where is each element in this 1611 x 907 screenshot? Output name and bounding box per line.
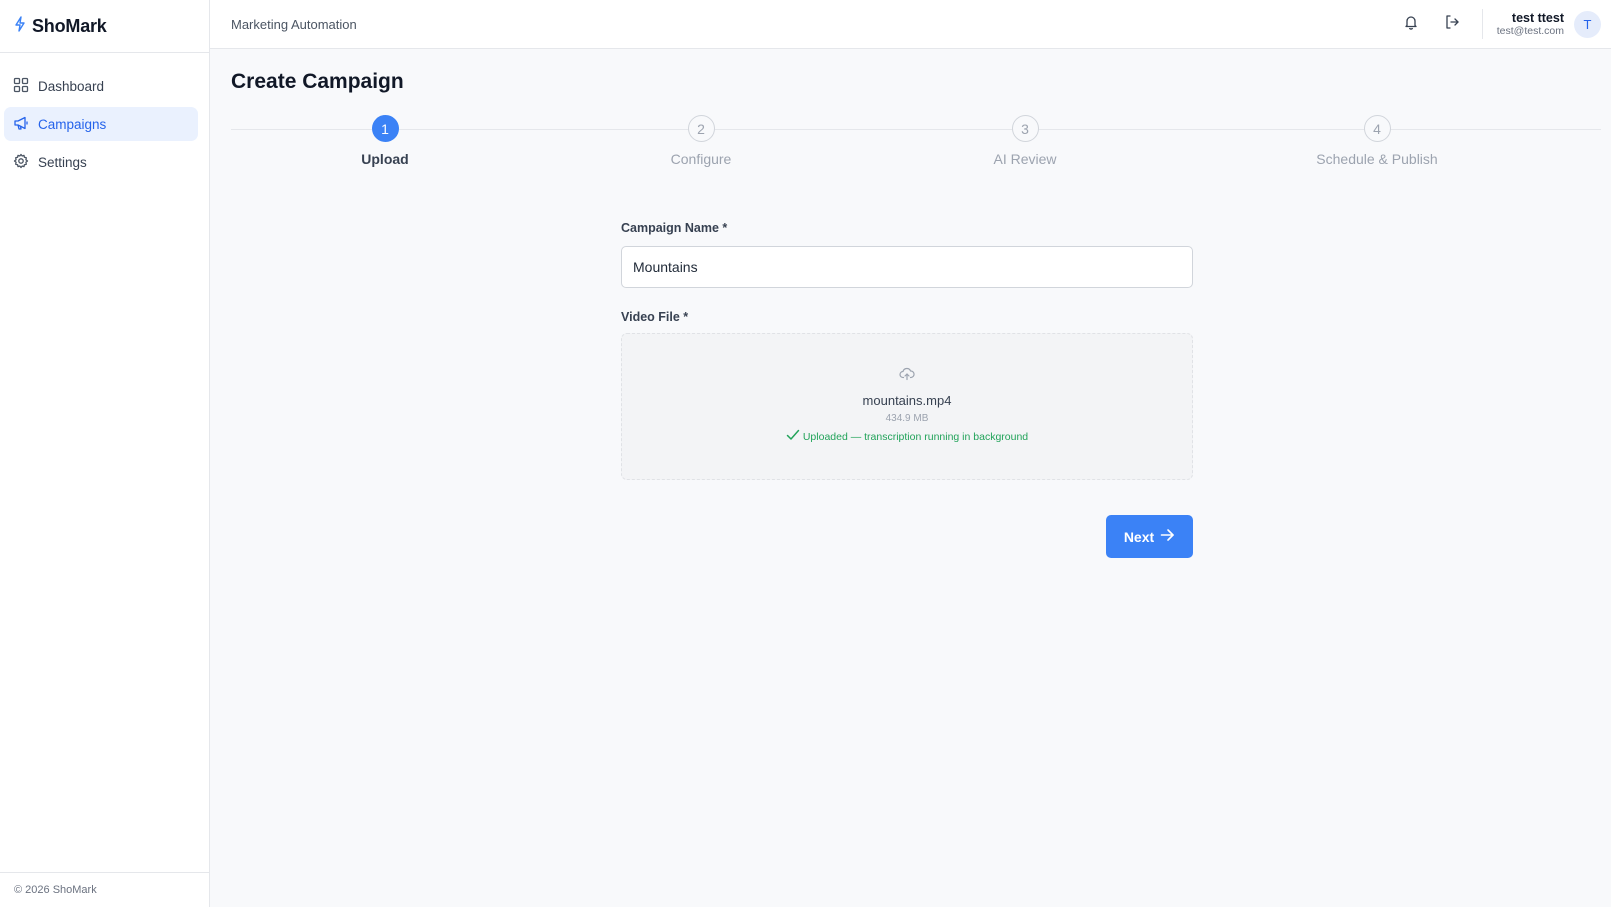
arrow-right-icon — [1160, 528, 1175, 545]
sidebar-item-settings[interactable]: Settings — [4, 145, 198, 179]
main-area: Marketing Automation test ttest test@tes… — [210, 0, 1611, 907]
logout-icon — [1444, 14, 1460, 35]
topbar-divider — [1481, 9, 1483, 39]
sidebar-item-label: Campaigns — [38, 116, 107, 132]
step-label: Configure — [670, 151, 732, 167]
step-label: Schedule & Publish — [1316, 151, 1438, 167]
app-root: ShoMark Dashboard Campaigns Settings © 2… — [0, 0, 1611, 907]
step-number: 1 — [371, 115, 399, 142]
user-email: test@test.com — [1496, 24, 1564, 37]
gear-icon — [13, 153, 29, 172]
step-configure[interactable]: 2 Configure — [621, 115, 781, 167]
sidebar-footer: © 2026 ShoMark — [0, 872, 209, 907]
campaign-stepper: 1 Upload 2 Configure 3 AI Review 4 Sched… — [231, 115, 1601, 185]
user-name: test ttest — [1511, 10, 1564, 25]
campaign-name-label: Campaign Name * — [621, 221, 728, 235]
bell-icon — [1403, 14, 1419, 35]
step-ai-review[interactable]: 3 AI Review — [945, 115, 1105, 167]
step-schedule-publish[interactable]: 4 Schedule & Publish — [1297, 115, 1457, 167]
avatar[interactable]: T — [1574, 10, 1601, 38]
sidebar-nav: Dashboard Campaigns Settings — [0, 53, 209, 179]
sidebar-item-campaigns[interactable]: Campaigns — [4, 107, 198, 141]
step-number: 4 — [1363, 115, 1391, 142]
sidebar-item-label: Settings — [38, 154, 87, 170]
step-label: AI Review — [993, 151, 1057, 167]
campaign-form: Campaign Name * Video File * mountains.m… — [621, 219, 1193, 558]
cloud-upload-icon — [899, 367, 915, 386]
video-dropzone[interactable]: mountains.mp4 434.9 MB Uploaded — transc… — [621, 333, 1193, 480]
sidebar-item-label: Dashboard — [38, 78, 105, 94]
topbar-actions: test ttest test@test.com T — [1395, 0, 1603, 48]
step-number: 2 — [687, 115, 715, 142]
page-content: Create Campaign 1 Upload 2 Configure 3 A… — [210, 49, 1611, 907]
user-info[interactable]: test ttest test@test.com — [1497, 11, 1564, 38]
next-button[interactable]: Next — [1106, 515, 1193, 558]
video-file-label: Video File * — [621, 310, 689, 324]
step-label: Upload — [361, 151, 409, 167]
grid-icon — [13, 77, 29, 96]
form-actions: Next — [621, 515, 1193, 558]
topbar: Marketing Automation test ttest test@tes… — [210, 0, 1611, 49]
step-upload[interactable]: 1 Upload — [305, 115, 465, 167]
sidebar: ShoMark Dashboard Campaigns Settings © 2… — [0, 0, 210, 907]
campaign-name-input[interactable] — [621, 246, 1193, 288]
brand[interactable]: ShoMark — [0, 0, 209, 53]
topbar-title: Marketing Automation — [231, 16, 357, 32]
uploaded-file-size: 434.9 MB — [885, 413, 929, 424]
uploaded-file-name: mountains.mp4 — [862, 393, 952, 408]
check-icon — [786, 429, 800, 444]
notifications-button[interactable] — [1395, 8, 1427, 40]
upload-status: Uploaded — transcription running in back… — [786, 429, 1028, 444]
next-button-label: Next — [1123, 528, 1155, 545]
megaphone-icon — [13, 115, 29, 134]
bolt-icon — [14, 15, 26, 37]
upload-status-text: Uploaded — transcription running in back… — [802, 430, 1029, 443]
logout-button[interactable] — [1436, 8, 1468, 40]
step-number: 3 — [1011, 115, 1039, 142]
sidebar-item-dashboard[interactable]: Dashboard — [4, 69, 198, 103]
brand-name: ShoMark — [32, 15, 107, 36]
page-title: Create Campaign — [231, 70, 404, 93]
